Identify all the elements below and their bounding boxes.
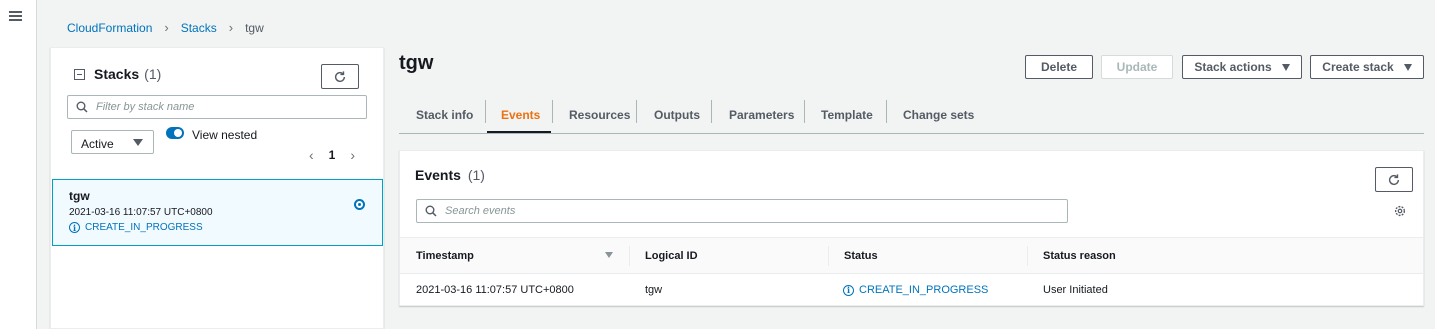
create-stack-button[interactable]: Create stack [1310, 55, 1424, 79]
stacks-header: Stacks (1) [74, 66, 161, 82]
events-search-input[interactable]: Search events [416, 199, 1068, 223]
caret-down-icon [133, 139, 143, 146]
tab-outputs[interactable]: Outputs [654, 96, 700, 133]
tab-resources[interactable]: Resources [569, 96, 630, 133]
events-table-header: Timestamp Logical ID Status Status reaso… [400, 237, 1423, 274]
refresh-events-button[interactable] [1375, 167, 1413, 192]
stack-filter-placeholder: Filter by stack name [96, 101, 195, 113]
stack-status: i CREATE_IN_PROGRESS [69, 222, 203, 233]
column-header-logical-id[interactable]: Logical ID [645, 238, 698, 274]
stack-name[interactable]: tgw [69, 189, 90, 203]
active-tab-indicator [487, 131, 551, 133]
stack-select-radio[interactable] [354, 199, 365, 210]
sort-descending-icon[interactable] [605, 252, 613, 258]
update-button[interactable]: Update [1101, 55, 1173, 79]
view-nested-label: View nested [192, 128, 258, 142]
event-logical-id: tgw [645, 284, 663, 296]
stacks-count: (1) [144, 66, 162, 82]
column-header-status[interactable]: Status [844, 238, 878, 274]
refresh-icon [1388, 173, 1400, 185]
pagination: ‹ 1 › [309, 147, 355, 163]
tab-divider [804, 100, 805, 123]
column-divider [1027, 246, 1028, 266]
view-nested-toggle[interactable] [166, 127, 184, 139]
gear-icon[interactable] [1393, 204, 1407, 218]
events-title: Events [415, 167, 461, 183]
chevron-right-icon: › [164, 20, 169, 35]
stack-status-text: CREATE_IN_PROGRESS [85, 222, 203, 233]
caret-down-icon [1281, 63, 1290, 71]
create-stack-label: Create stack [1322, 60, 1394, 74]
page-number[interactable]: 1 [329, 148, 336, 162]
column-header-timestamp[interactable]: Timestamp [416, 238, 474, 274]
side-navigation-rail [0, 0, 37, 329]
tab-parameters[interactable]: Parameters [729, 96, 794, 133]
refresh-icon [334, 70, 346, 82]
breadcrumb: CloudFormation › Stacks › tgw [67, 20, 264, 35]
status-filter-value: Active [81, 137, 114, 151]
chevron-left-icon[interactable]: ‹ [309, 147, 314, 163]
events-panel: Events (1) Search events Timestamp Logic… [399, 150, 1424, 306]
tab-divider [711, 100, 712, 123]
status-filter-select[interactable]: Active [71, 130, 154, 154]
stack-actions-label: Stack actions [1194, 60, 1272, 74]
event-status-reason: User Initiated [1043, 284, 1108, 296]
search-icon [425, 205, 437, 217]
caret-down-icon [1403, 63, 1412, 71]
tab-template[interactable]: Template [821, 96, 873, 133]
column-header-status-reason[interactable]: Status reason [1043, 238, 1116, 274]
event-timestamp: 2021-03-16 11:07:57 UTC+0800 [416, 284, 574, 296]
breadcrumb-stacks[interactable]: Stacks [181, 21, 217, 35]
tab-divider [636, 100, 637, 123]
events-count: (1) [467, 167, 485, 183]
refresh-stacks-button[interactable] [321, 64, 359, 89]
collapse-icon[interactable] [74, 68, 85, 80]
chevron-right-icon: › [228, 20, 234, 35]
delete-button[interactable]: Delete [1025, 55, 1093, 79]
event-status-text: CREATE_IN_PROGRESS [859, 284, 989, 296]
info-icon: i [843, 284, 854, 296]
stack-list-item[interactable]: tgw 2021-03-16 11:07:57 UTC+0800 i CREAT… [52, 179, 383, 246]
breadcrumb-current: tgw [245, 20, 264, 35]
tab-divider [485, 100, 486, 123]
tab-events[interactable]: Events [501, 96, 540, 133]
page-title: tgw [399, 52, 434, 74]
column-divider [629, 246, 630, 266]
search-icon [76, 101, 88, 113]
events-header: Events (1) [415, 167, 485, 183]
event-status: i CREATE_IN_PROGRESS [843, 274, 988, 306]
tab-divider [552, 100, 553, 123]
column-divider [828, 246, 829, 266]
stacks-panel: Stacks (1) Filter by stack name Active V… [50, 47, 384, 329]
stack-actions-button[interactable]: Stack actions [1182, 55, 1302, 79]
info-icon: i [69, 222, 80, 233]
tab-stack-info[interactable]: Stack info [416, 96, 473, 133]
stacks-title: Stacks [94, 66, 140, 82]
breadcrumb-cloudformation[interactable]: CloudFormation [67, 21, 152, 35]
stack-filter-input[interactable]: Filter by stack name [67, 95, 367, 119]
chevron-right-icon[interactable]: › [350, 147, 355, 163]
tab-divider [886, 100, 887, 123]
stack-timestamp: 2021-03-16 11:07:57 UTC+0800 [69, 207, 213, 218]
menu-icon[interactable] [9, 11, 22, 21]
events-search-placeholder: Search events [445, 205, 516, 217]
tab-change-sets[interactable]: Change sets [903, 96, 974, 133]
